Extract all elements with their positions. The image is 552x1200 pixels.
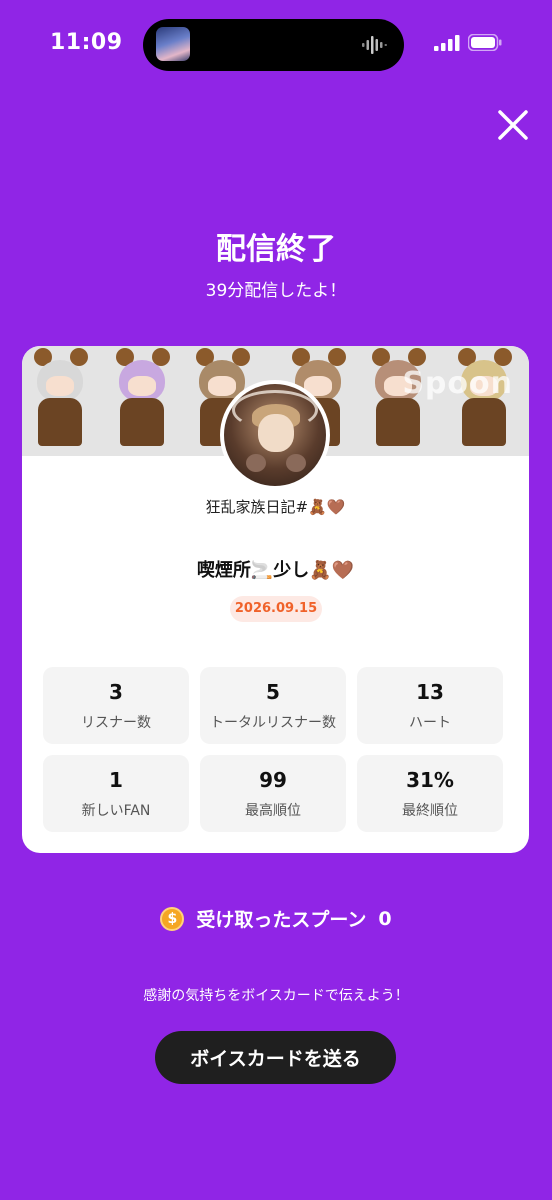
stat-value: 99 [259,768,287,792]
close-icon[interactable] [494,106,532,144]
status-time: 11:09 [50,30,123,55]
media-thumbnail [156,27,190,61]
stat-label: ハート [409,715,451,731]
banner-character [370,346,428,456]
stats-grid: 3 リスナー数 5 トータルリスナー数 13 ハート 1 新しいFAN 99 最… [43,667,504,832]
voice-card-prompt: 感謝の気持ちをボイスカードで伝えよう！ [143,988,409,1004]
stat-hearts: 13 ハート [357,667,503,744]
avatar[interactable] [220,380,330,490]
broadcast-summary-card: Spoon 狂乱家族日記#🧸🤎 喫煙所🚬少し🧸🤎 2026.09.15 3 リス… [22,346,529,853]
stat-value: 3 [109,680,123,704]
broadcast-title: 喫煙所🚬少し🧸🤎 [196,560,355,581]
stat-listeners: 3 リスナー数 [43,667,189,744]
stat-label: リスナー数 [81,715,151,731]
stat-value: 1 [109,768,123,792]
date-badge: 2026.09.15 [230,596,322,622]
received-spoons: $ 受け取ったスプーン 0 [0,905,552,932]
audio-wave-icon [362,36,387,54]
stat-label: 最終順位 [402,803,458,819]
username: 狂乱家族日記#🧸🤎 [205,498,346,516]
stat-label: 最高順位 [245,803,301,819]
page-title: 配信終了 [216,232,336,267]
stat-value: 13 [416,680,444,704]
stat-total-listeners: 5 トータルリスナー数 [200,667,346,744]
received-spoons-label: 受け取ったスプーン [196,909,367,931]
banner-character [114,346,172,456]
send-voice-card-button[interactable]: ボイスカードを送る [155,1031,396,1084]
signal-icon [434,34,460,51]
stat-value: 31% [406,768,454,792]
stat-highest-rank: 99 最高順位 [200,755,346,832]
stat-label: 新しいFAN [81,803,151,819]
banner-character [32,346,90,456]
dynamic-island[interactable] [143,19,404,71]
stat-value: 5 [266,680,280,704]
status-indicators [434,34,502,51]
spoon-watermark: Spoon [402,366,513,401]
stat-new-fans: 1 新しいFAN [43,755,189,832]
avatar-image [224,384,326,486]
banner-character [456,346,514,456]
coin-icon: $ [160,906,185,931]
received-spoons-count: 0 [378,907,392,930]
stat-label: トータルリスナー数 [210,715,336,731]
battery-icon [468,34,502,51]
stat-final-rank: 31% 最終順位 [357,755,503,832]
broadcast-duration: 39分配信したよ！ [205,281,347,301]
